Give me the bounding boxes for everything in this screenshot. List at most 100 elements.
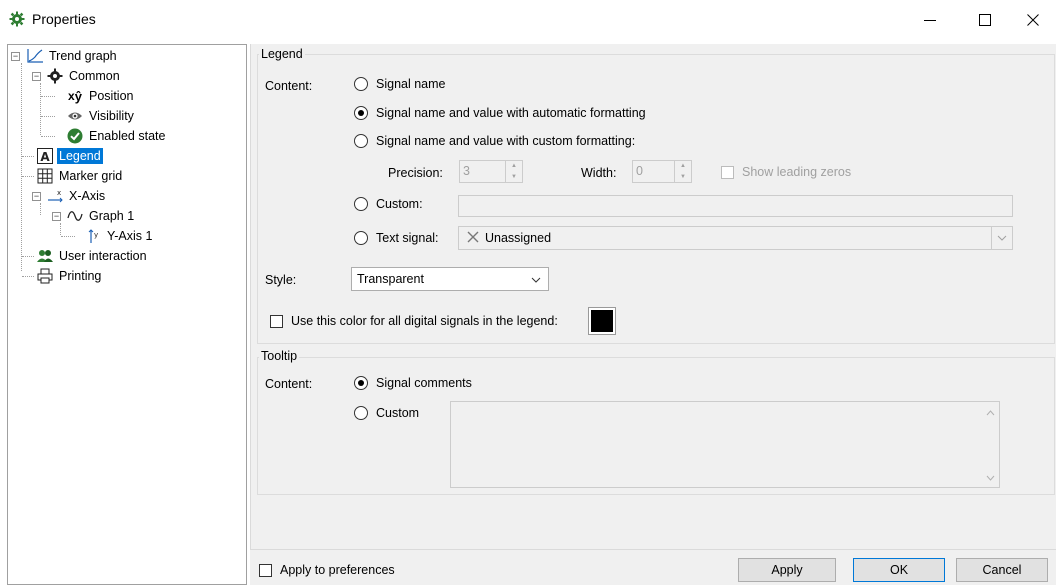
color-swatch — [591, 310, 613, 332]
radio-button[interactable] — [354, 406, 368, 420]
scroll-up-icon[interactable] — [986, 410, 995, 416]
unassigned-x-icon — [467, 231, 479, 246]
spin-down-icon[interactable]: ▼ — [675, 172, 691, 183]
precision-label: Precision: — [388, 166, 443, 180]
tree-item-trend-graph[interactable]: Trend graph — [26, 46, 119, 66]
wave-icon — [66, 207, 84, 225]
tree-item-legend[interactable]: A Legend — [36, 146, 103, 166]
tree-connector — [41, 136, 55, 137]
text-signal-select[interactable]: Unassigned — [458, 226, 1013, 250]
close-button[interactable] — [1010, 0, 1056, 40]
style-label: Style: — [265, 273, 297, 287]
chevron-down-icon — [531, 272, 541, 286]
tree-connector — [22, 256, 34, 257]
legend-group-title: Legend — [259, 47, 305, 61]
precision-spinner[interactable]: 3 ▲ ▼ — [459, 160, 523, 183]
spin-up-icon[interactable]: ▲ — [675, 161, 691, 172]
textarea-scrollbar[interactable] — [982, 402, 999, 487]
radio-signal-name[interactable]: Signal name — [354, 77, 446, 91]
property-tree[interactable]: − − − − Trend graph Common xŷ Position V… — [7, 44, 247, 585]
cancel-button[interactable]: Cancel — [956, 558, 1048, 582]
tree-item-marker-grid[interactable]: Marker grid — [36, 166, 124, 186]
tree-connector — [22, 276, 34, 277]
tree-item-enabled-state[interactable]: Enabled state — [66, 126, 167, 146]
close-icon — [1027, 14, 1039, 26]
radio-button-checked[interactable] — [354, 106, 368, 120]
printer-icon — [36, 267, 54, 285]
grid-icon — [36, 167, 54, 185]
ok-button[interactable]: OK — [853, 558, 945, 582]
radio-button-checked[interactable] — [354, 376, 368, 390]
tree-item-printing[interactable]: Printing — [36, 266, 103, 286]
radio-auto-format[interactable]: Signal name and value with automatic for… — [354, 106, 646, 120]
radio-text-signal[interactable]: Text signal: — [354, 231, 439, 245]
radio-signal-comments[interactable]: Signal comments — [354, 376, 472, 390]
radio-tooltip-custom[interactable]: Custom — [354, 406, 419, 420]
legend-a-icon: A — [36, 147, 54, 165]
property-content-panel: Legend Content: Signal name Signal name … — [250, 44, 1056, 549]
maximize-icon — [979, 14, 991, 26]
minimize-button[interactable] — [907, 0, 953, 40]
tree-connector — [40, 83, 41, 135]
properties-window: Properties − − − − Trend graph Common x … — [0, 0, 1056, 585]
tooltip-content-label: Content: — [265, 377, 313, 391]
style-select[interactable]: Transparent — [351, 267, 549, 291]
collapse-toggle[interactable]: − — [52, 212, 61, 221]
minimize-icon — [924, 20, 936, 21]
collapse-toggle[interactable]: − — [32, 72, 41, 81]
svg-text:x: x — [57, 189, 61, 197]
tree-item-y-axis-1[interactable]: y Y-Axis 1 — [84, 226, 154, 246]
check-circle-icon — [66, 127, 84, 145]
tree-connector — [61, 236, 75, 237]
radio-custom-format[interactable]: Signal name and value with custom format… — [354, 134, 635, 148]
spinner-arrows[interactable]: ▲ ▼ — [505, 161, 522, 182]
trend-graph-icon — [26, 47, 44, 65]
users-icon — [36, 247, 54, 265]
y-axis-icon: y — [84, 227, 102, 245]
gear-icon — [9, 11, 25, 27]
tree-item-user-interaction[interactable]: User interaction — [36, 246, 149, 266]
maximize-button[interactable] — [962, 0, 1008, 40]
tree-item-graph-1[interactable]: Graph 1 — [66, 206, 136, 226]
tree-item-position[interactable]: xŷ Position — [66, 86, 135, 106]
tree-connector — [22, 176, 34, 177]
title-bar: Properties — [0, 0, 1056, 40]
checkbox[interactable] — [259, 563, 272, 577]
collapse-toggle[interactable]: − — [11, 52, 20, 61]
radio-button[interactable] — [354, 134, 368, 148]
gear-icon — [46, 67, 64, 85]
spin-down-icon[interactable]: ▼ — [506, 172, 522, 183]
tree-item-visibility[interactable]: Visibility — [66, 106, 136, 126]
checkbox[interactable] — [721, 165, 734, 179]
radio-button[interactable] — [354, 231, 368, 245]
width-spinner[interactable]: 0 ▲ ▼ — [632, 160, 692, 183]
checkbox[interactable] — [270, 314, 283, 328]
window-title: Properties — [32, 11, 96, 27]
svg-text:A: A — [40, 150, 50, 164]
apply-to-preferences-checkbox[interactable]: Apply to preferences — [259, 563, 395, 577]
tree-connector — [40, 203, 41, 215]
tree-item-common[interactable]: Common — [46, 66, 122, 86]
tree-connector — [41, 116, 55, 117]
show-leading-zeros-checkbox[interactable]: Show leading zeros — [721, 165, 851, 179]
xy-position-icon: xŷ — [68, 88, 82, 104]
scroll-down-icon[interactable] — [986, 475, 995, 481]
dialog-footer: Apply to preferences Apply OK Cancel — [250, 549, 1056, 585]
tree-connector — [60, 223, 61, 235]
tree-connector — [22, 156, 34, 157]
apply-button[interactable]: Apply — [738, 558, 836, 582]
digital-color-checkbox[interactable]: Use this color for all digital signals i… — [270, 314, 558, 328]
spinner-arrows[interactable]: ▲ ▼ — [674, 161, 691, 182]
chevron-down-icon[interactable] — [991, 227, 1012, 249]
spin-up-icon[interactable]: ▲ — [506, 161, 522, 172]
tree-connector — [21, 63, 22, 271]
custom-legend-input[interactable] — [458, 195, 1013, 217]
collapse-toggle[interactable]: − — [32, 192, 41, 201]
tooltip-custom-textarea[interactable] — [450, 401, 1000, 488]
color-picker-button[interactable] — [588, 307, 616, 335]
radio-button[interactable] — [354, 77, 368, 91]
tree-item-x-axis[interactable]: x X-Axis — [46, 186, 107, 206]
radio-custom[interactable]: Custom: — [354, 197, 423, 211]
tooltip-group-title: Tooltip — [259, 349, 300, 363]
radio-button[interactable] — [354, 197, 368, 211]
